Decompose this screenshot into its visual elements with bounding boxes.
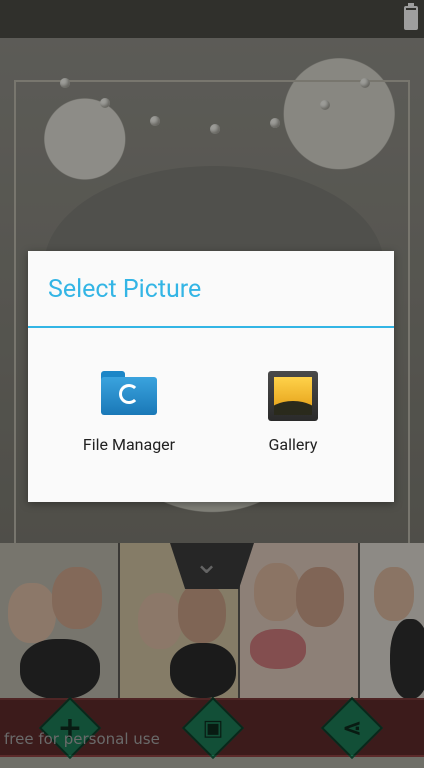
gallery-option[interactable]: Gallery: [218, 371, 368, 461]
select-picture-dialog: Select Picture File Manager Gallery: [28, 251, 394, 502]
gallery-label: Gallery: [268, 435, 318, 454]
folder-sync-icon: [101, 371, 157, 415]
gallery-image-icon: [268, 371, 318, 421]
dialog-title: Select Picture: [48, 275, 202, 304]
file-manager-label: File Manager: [82, 435, 176, 454]
dialog-divider: [28, 326, 394, 328]
file-manager-option[interactable]: File Manager: [54, 371, 204, 461]
